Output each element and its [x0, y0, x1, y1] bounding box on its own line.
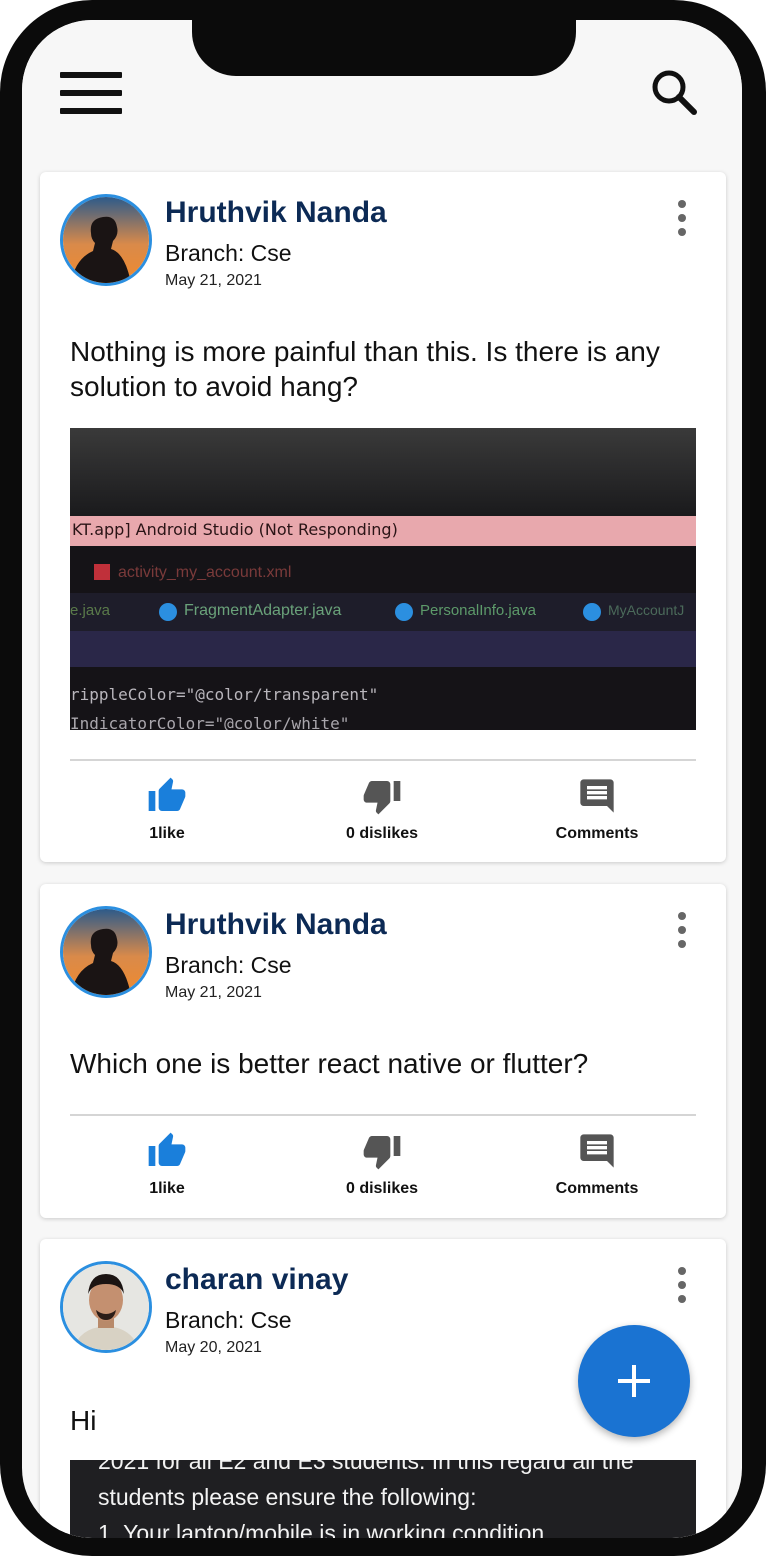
post-author-name[interactable]: Hruthvik Nanda [165, 196, 387, 230]
attachment-text-line: students please ensure the following: [98, 1484, 477, 1510]
like-count: 1like [149, 1180, 185, 1197]
image-tab: e.java [70, 602, 111, 619]
dislike-count: 0 dislikes [345, 825, 419, 842]
post-card: Hruthvik Nanda Branch: Cse May 21, 2021 … [40, 172, 726, 862]
more-options-icon[interactable] [668, 910, 696, 950]
like-button[interactable]: 1like [92, 1131, 242, 1198]
image-tab: FragmentAdapter.java [184, 602, 342, 619]
post-image[interactable]: KT.app] Android Studio (Not Responding) … [70, 428, 696, 730]
thumbs-up-icon [148, 1132, 186, 1166]
search-icon[interactable] [650, 68, 700, 118]
post-author-branch: Branch: Cse [165, 952, 292, 978]
dislike-button[interactable]: 0 dislikes [307, 1131, 457, 1198]
image-code-line: IndicatorColor="@color/white" [70, 714, 350, 730]
dislike-count: 0 dislikes [345, 1180, 419, 1197]
post-date: May 21, 2021 [165, 984, 262, 1001]
post-attachment[interactable]: 2021 for all E2 and E3 students. In this… [70, 1460, 696, 1538]
comments-button[interactable]: Comments [522, 1131, 672, 1198]
like-count: 1like [149, 825, 185, 842]
thumbs-down-icon [363, 781, 401, 815]
post-author-name[interactable]: Hruthvik Nanda [165, 908, 387, 942]
post-card: Hruthvik Nanda Branch: Cse May 21, 2021 … [40, 884, 726, 1218]
divider [70, 759, 696, 761]
more-options-icon[interactable] [668, 198, 696, 238]
attachment-text-line: 1. Your laptop/mobile is in working cond… [98, 1520, 545, 1538]
attachment-text-line: 2021 for all E2 and E3 students. In this… [98, 1460, 634, 1474]
phone-notch [192, 20, 576, 76]
post-author-branch: Branch: Cse [165, 240, 292, 266]
post-author-branch: Branch: Cse [165, 1307, 292, 1333]
comments-button[interactable]: Comments [522, 776, 672, 843]
thumbs-up-icon [148, 777, 186, 811]
comments-label: Comments [555, 1180, 639, 1197]
avatar[interactable] [60, 906, 152, 998]
image-tab: PersonalInfo.java [420, 602, 536, 619]
divider [70, 1114, 696, 1116]
comments-label: Comments [555, 825, 639, 842]
comment-icon [580, 1134, 614, 1168]
image-title-bar-text: KT.app] Android Studio (Not Responding) [72, 520, 398, 539]
avatar[interactable] [60, 194, 152, 286]
post-date: May 21, 2021 [165, 272, 262, 289]
like-button[interactable]: 1like [92, 776, 242, 843]
post-author-name[interactable]: charan vinay [165, 1263, 348, 1297]
image-code-line: rippleColor="@color/transparent" [70, 685, 379, 704]
comment-icon [580, 779, 614, 813]
image-file-name: activity_my_account.xml [118, 564, 292, 581]
thumbs-down-icon [363, 1136, 401, 1170]
add-post-button[interactable] [578, 1325, 690, 1437]
image-tab: MyAccountJ [608, 602, 685, 618]
hamburger-menu-icon[interactable] [60, 72, 122, 114]
post-text: Which one is better react native or flut… [70, 1048, 589, 1079]
post-date: May 20, 2021 [165, 1339, 262, 1356]
post-text: Nothing is more painful than this. Is th… [70, 336, 660, 402]
dislike-button[interactable]: 0 dislikes [307, 776, 457, 843]
more-options-icon[interactable] [668, 1265, 696, 1305]
plus-icon [618, 1365, 650, 1397]
avatar[interactable] [60, 1261, 152, 1353]
app-screen: Hruthvik Nanda Branch: Cse May 21, 2021 … [22, 20, 742, 1538]
